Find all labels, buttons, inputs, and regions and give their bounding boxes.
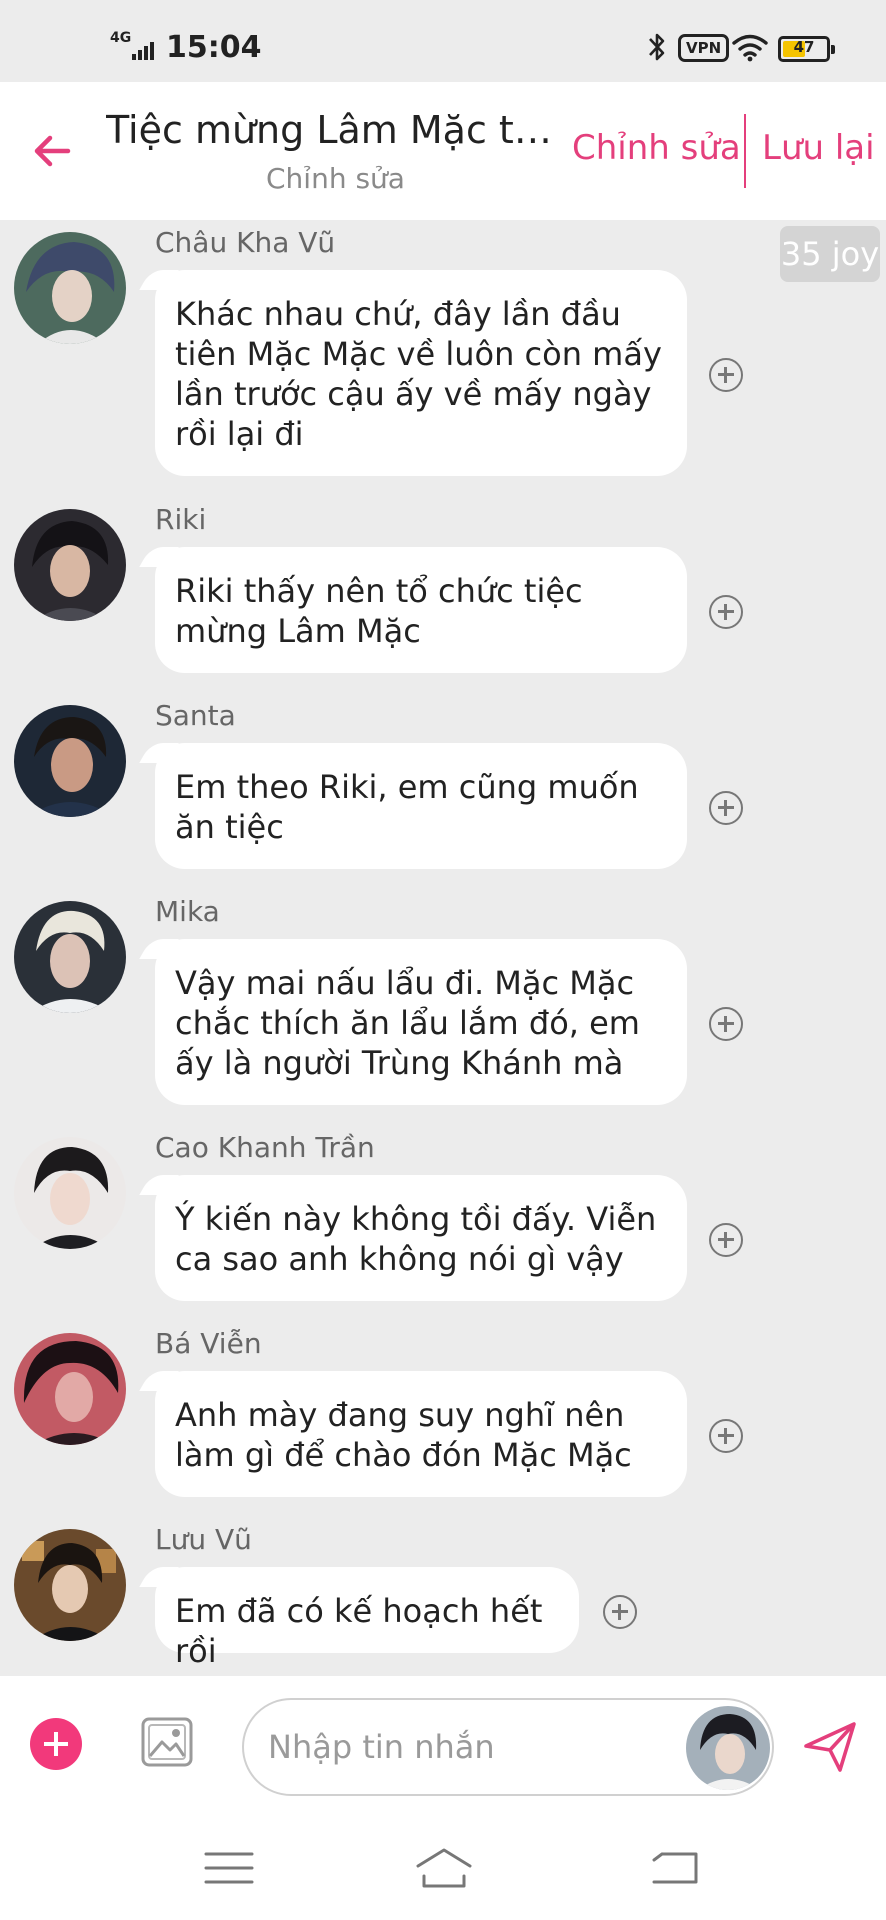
chat-header: Tiệc mừng Lâm Mặc trở … Chỉnh sửa Chỉnh … [0, 82, 886, 220]
back-icon[interactable] [648, 1846, 708, 1890]
sender-name: Riki [155, 503, 207, 536]
network-type: 4G [110, 30, 132, 46]
sender-name: Cao Khanh Trần [155, 1131, 375, 1164]
add-reaction-icon[interactable] [709, 1419, 743, 1453]
message-bubble[interactable]: Khác nhau chứ, đây lần đầu tiên Mặc Mặc … [155, 270, 687, 476]
arrow-left-icon[interactable] [28, 126, 78, 176]
send-icon[interactable] [800, 1716, 860, 1776]
message-bubble[interactable]: Ý kiến này không tồi đấy. Viễn ca sao an… [155, 1175, 687, 1301]
joy-counter-badge: 35 joy [780, 226, 880, 282]
battery-icon: 47 [778, 36, 835, 62]
sender-name: Châu Kha Vũ [155, 226, 336, 259]
avatar[interactable] [14, 705, 126, 817]
bluetooth-icon [649, 33, 665, 61]
sender-name: Lưu Vũ [155, 1523, 252, 1556]
message-bubble[interactable]: Anh mày đang suy nghĩ nên làm gì để chào… [155, 1371, 687, 1497]
add-reaction-icon[interactable] [709, 1223, 743, 1257]
add-reaction-icon[interactable] [709, 791, 743, 825]
message-input[interactable]: Nhập tin nhắn [242, 1698, 774, 1796]
avatar[interactable] [14, 1137, 126, 1249]
avatar[interactable] [14, 232, 126, 344]
plus-icon[interactable] [30, 1718, 82, 1770]
clock: 15:04 [166, 30, 262, 65]
save-button[interactable]: Lưu lại [762, 128, 875, 168]
sender-name: Santa [155, 699, 236, 732]
message-bubble[interactable]: Em theo Riki, em cũng muốn ăn tiệc [155, 743, 687, 869]
avatar[interactable] [14, 1529, 126, 1641]
add-reaction-icon[interactable] [709, 358, 743, 392]
menu-icon[interactable] [200, 1846, 260, 1890]
message-bubble[interactable]: Vậy mai nấu lẩu đi. Mặc Mặc chắc thích ă… [155, 939, 687, 1105]
wifi-icon [732, 34, 768, 62]
add-reaction-icon[interactable] [709, 1007, 743, 1041]
message-input-placeholder: Nhập tin nhắn [268, 1728, 495, 1766]
message-bubble[interactable]: Riki thấy nên tổ chức tiệc mừng Lâm Mặc [155, 547, 687, 673]
chat-subtitle: Chỉnh sửa [266, 162, 405, 195]
edit-button[interactable]: Chỉnh sửa [572, 128, 741, 168]
avatar[interactable] [14, 901, 126, 1013]
system-nav-bar [0, 1816, 886, 1920]
image-icon[interactable] [140, 1716, 194, 1768]
home-icon[interactable] [414, 1846, 474, 1890]
avatar[interactable] [14, 1333, 126, 1445]
battery-level: 47 [793, 38, 815, 56]
sender-name: Bá Viễn [155, 1327, 262, 1360]
header-divider [744, 114, 746, 188]
avatar[interactable] [14, 509, 126, 621]
chat-title: Tiệc mừng Lâm Mặc trở … [106, 108, 562, 152]
persona-avatar[interactable] [686, 1706, 770, 1790]
status-bar: 4G 15:04 VPN 47 [0, 0, 886, 82]
message-composer: Nhập tin nhắn [0, 1676, 886, 1816]
add-reaction-icon[interactable] [603, 1595, 637, 1629]
vpn-icon: VPN [678, 34, 730, 62]
add-reaction-icon[interactable] [709, 595, 743, 629]
signal-icon [132, 40, 156, 60]
sender-name: Mika [155, 895, 220, 928]
message-bubble[interactable]: Em đã có kế hoạch hết rồi [155, 1567, 579, 1670]
